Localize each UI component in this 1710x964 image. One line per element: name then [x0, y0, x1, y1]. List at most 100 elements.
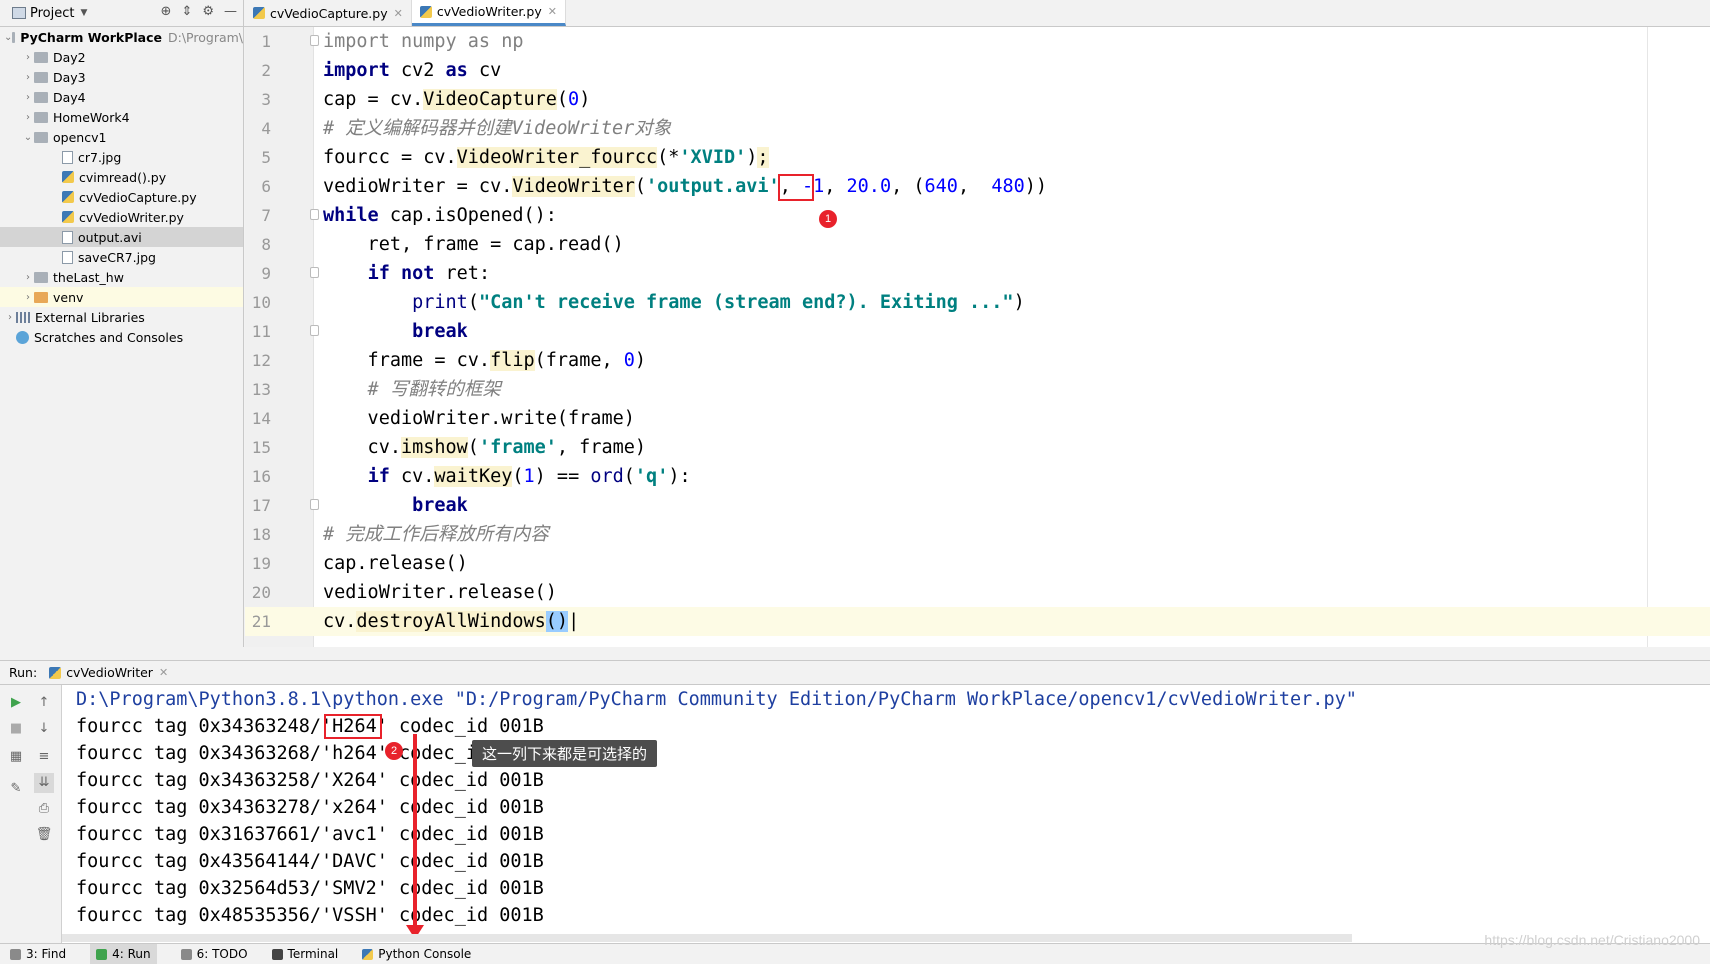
- line-number: 21: [251, 612, 271, 631]
- tree-item-venv[interactable]: › venv: [0, 287, 243, 307]
- tree-item-output-avi[interactable]: output.avi: [0, 227, 243, 247]
- line-number: 11: [251, 322, 271, 341]
- code-line-16[interactable]: 16 if cv.waitKey(1) == ord('q'):: [245, 462, 1710, 491]
- code-text: vedioWriter = cv.VideoWriter('output.avi…: [323, 176, 1048, 197]
- code-line-10[interactable]: 10 print("Can't receive frame (stream en…: [245, 288, 1710, 317]
- find-tool-button[interactable]: 3: Find: [10, 947, 66, 961]
- close-icon[interactable]: ✕: [394, 7, 403, 20]
- code-line-17[interactable]: 17 break: [245, 491, 1710, 520]
- arrow-up-icon[interactable]: ↑: [34, 693, 54, 713]
- tool-label: Terminal: [287, 947, 339, 961]
- run-console[interactable]: D:\Program\Python3.8.1\python.exe "D:/Pr…: [62, 685, 1710, 943]
- fold-icon[interactable]: [310, 267, 319, 278]
- chevron-right-icon[interactable]: ›: [4, 312, 16, 323]
- tab-cvvediocapture[interactable]: cvVedioCapture.py ✕: [245, 0, 412, 26]
- chevron-right-icon[interactable]: ›: [22, 52, 34, 63]
- soft-wrap-icon[interactable]: ≡: [34, 747, 54, 767]
- hide-icon[interactable]: —: [224, 4, 237, 19]
- tree-item-savecr7-jpg[interactable]: saveCR7.jpg: [0, 247, 243, 267]
- code-line-9[interactable]: 9 if not ret:: [245, 259, 1710, 288]
- code-line-6[interactable]: 6 vedioWriter = cv.VideoWriter('output.av…: [245, 172, 1710, 201]
- run-icon: [96, 948, 108, 960]
- folder-icon: [34, 71, 48, 83]
- code-line-4[interactable]: 4 # 定义编解码器并创建VideoWriter对象: [245, 114, 1710, 143]
- code-line-1[interactable]: 1 import numpy as np: [245, 27, 1710, 56]
- code-line-14[interactable]: 14 vedioWriter.write(frame): [245, 404, 1710, 433]
- fold-icon[interactable]: [310, 209, 319, 220]
- chevron-right-icon[interactable]: ›: [22, 272, 34, 283]
- line-number: 8: [261, 235, 271, 254]
- horizontal-scrollbar[interactable]: [62, 934, 1352, 942]
- todo-tool-button[interactable]: 6: TODO: [180, 947, 248, 961]
- arrow-down-icon[interactable]: ↓: [34, 719, 54, 739]
- chevron-right-icon[interactable]: ›: [22, 92, 34, 103]
- code-text: if not ret:: [367, 263, 491, 284]
- chevron-right-icon[interactable]: ›: [22, 112, 34, 123]
- code-line-11[interactable]: 11 break: [245, 317, 1710, 346]
- code-text: if cv.waitKey(1) == ord('q'):: [367, 466, 691, 487]
- tree-item-cvvediowriter[interactable]: cvVedioWriter.py: [0, 207, 243, 227]
- python-file-icon: [62, 211, 74, 223]
- code-line-20[interactable]: 20 vedioWriter.release(): [245, 578, 1710, 607]
- tool-label: 3: Find: [26, 947, 67, 961]
- pin-icon[interactable]: ✎: [6, 779, 26, 799]
- gear-icon[interactable]: ⚙: [202, 4, 214, 19]
- code-line-5[interactable]: 5 fourcc = cv.VideoWriter_fourcc(*'XVID')…: [245, 143, 1710, 172]
- trash-icon[interactable]: 🗑: [34, 825, 54, 845]
- code-text: cv.destroyAllWindows()|: [323, 611, 580, 632]
- tree-item-homework4[interactable]: › HomeWork4: [0, 107, 243, 127]
- tree-item-scratches[interactable]: Scratches and Consoles: [0, 327, 243, 347]
- code-line-19[interactable]: 19 cap.release(): [245, 549, 1710, 578]
- code-line-12[interactable]: 12 frame = cv.flip(frame, 0): [245, 346, 1710, 375]
- tree-item-label: venv: [53, 289, 84, 305]
- tree-item-cr7-jpg[interactable]: cr7.jpg: [0, 147, 243, 167]
- code-line-18[interactable]: 18 # 完成工作后释放所有内容: [245, 520, 1710, 549]
- code-line-8[interactable]: 8 ret, frame = cap.read(): [245, 230, 1710, 259]
- close-icon[interactable]: ✕: [159, 666, 168, 679]
- line-number: 20: [251, 583, 271, 602]
- locate-icon[interactable]: ⊕: [161, 4, 172, 19]
- tree-item-day3[interactable]: › Day3: [0, 67, 243, 87]
- fold-icon[interactable]: [310, 499, 319, 510]
- project-view-header[interactable]: Project ▼ ⊕ ⇕ ⚙ —: [0, 0, 244, 26]
- layout-icon[interactable]: ▦: [6, 747, 26, 767]
- tree-item-external-libraries[interactable]: › External Libraries: [0, 307, 243, 327]
- code-line-21[interactable]: 21 cv.destroyAllWindows()|: [245, 607, 1710, 636]
- code-line-15[interactable]: 15 cv.imshow('frame', frame): [245, 433, 1710, 462]
- code-comment: # 定义编解码器并创建VideoWriter对象: [323, 118, 672, 139]
- tree-root[interactable]: ⌄ PyCharm WorkPlace D:\Program\: [0, 27, 243, 47]
- code-line-7[interactable]: 7 while cap.isOpened():: [245, 201, 1710, 230]
- chevron-right-icon[interactable]: ›: [22, 72, 34, 83]
- code-editor[interactable]: 1 import numpy as np 2 import cv2 as cv 3 c…: [245, 27, 1710, 647]
- tree-item-cvimread[interactable]: cvimread().py: [0, 167, 243, 187]
- code-line-3[interactable]: 3 cap = cv.VideoCapture(0): [245, 85, 1710, 114]
- tree-item-cvvediocapture[interactable]: cvVedioCapture.py: [0, 187, 243, 207]
- console-command-line: D:\Program\Python3.8.1\python.exe "D:/Pr…: [76, 689, 1357, 710]
- chevron-down-icon[interactable]: ⌄: [22, 132, 34, 143]
- print-icon[interactable]: ⎙: [34, 799, 54, 819]
- chevron-right-icon[interactable]: ›: [22, 292, 34, 303]
- tree-item-opencv1[interactable]: ⌄ opencv1: [0, 127, 243, 147]
- console-output-line: fourcc tag 0x48535356/'VSSH' codec_id 00…: [76, 905, 544, 926]
- fold-icon[interactable]: [310, 35, 319, 46]
- chevron-down-icon[interactable]: ▼: [80, 8, 87, 18]
- chevron-down-icon[interactable]: ⌄: [4, 32, 12, 43]
- collapse-all-icon[interactable]: ⇕: [181, 4, 192, 19]
- terminal-tool-button[interactable]: Terminal: [271, 947, 339, 961]
- line-number: 3: [261, 90, 271, 109]
- tree-item-day2[interactable]: › Day2: [0, 47, 243, 67]
- stop-icon[interactable]: ■: [6, 719, 26, 739]
- run-tab[interactable]: cvVedioWriter ✕: [49, 665, 168, 680]
- close-icon[interactable]: ✕: [548, 5, 557, 18]
- python-console-tool-button[interactable]: Python Console: [362, 947, 471, 961]
- run-tab-label: cvVedioWriter: [66, 665, 153, 680]
- rerun-icon[interactable]: ▶: [6, 693, 26, 713]
- fold-icon[interactable]: [310, 325, 319, 336]
- code-line-13[interactable]: 13 # 写翻转的框架: [245, 375, 1710, 404]
- tree-item-day4[interactable]: › Day4: [0, 87, 243, 107]
- run-tool-button[interactable]: 4: Run: [90, 944, 157, 964]
- tree-item-thelast-hw[interactable]: › theLast_hw: [0, 267, 243, 287]
- scroll-to-end-icon[interactable]: ⇊: [34, 773, 54, 793]
- code-line-2[interactable]: 2 import cv2 as cv: [245, 56, 1710, 85]
- tab-cvvediowriter[interactable]: cvVedioWriter.py ✕: [411, 0, 566, 26]
